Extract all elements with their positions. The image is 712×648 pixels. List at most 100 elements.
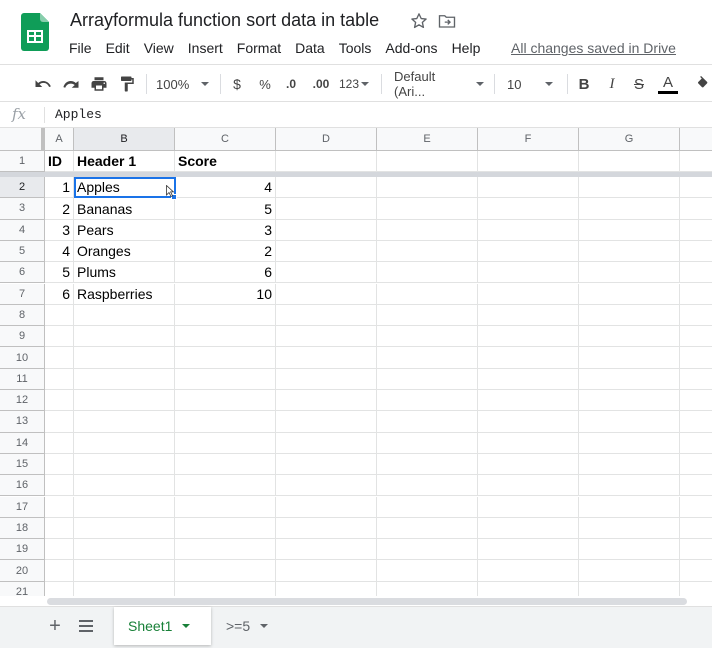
- cell[interactable]: [175, 347, 276, 369]
- cell[interactable]: [579, 539, 680, 561]
- cell[interactable]: [377, 151, 478, 172]
- cell[interactable]: [478, 198, 579, 220]
- cell[interactable]: [478, 151, 579, 172]
- cell[interactable]: [175, 539, 276, 561]
- cell[interactable]: [276, 539, 377, 561]
- cell[interactable]: [276, 283, 377, 305]
- cell[interactable]: [276, 496, 377, 518]
- cell[interactable]: [45, 453, 74, 476]
- text-color-button[interactable]: A: [658, 73, 678, 95]
- column-header-g[interactable]: G: [579, 128, 680, 151]
- cell[interactable]: [276, 453, 377, 476]
- cell[interactable]: [45, 347, 74, 369]
- cell[interactable]: [680, 582, 712, 596]
- cell[interactable]: [579, 326, 680, 348]
- cell[interactable]: [377, 240, 478, 263]
- cell[interactable]: [579, 262, 680, 284]
- cell[interactable]: [45, 411, 74, 433]
- cell[interactable]: 3: [45, 219, 74, 241]
- cell[interactable]: 2: [45, 198, 74, 220]
- cell[interactable]: [680, 177, 712, 199]
- cell[interactable]: [45, 475, 74, 497]
- cell[interactable]: [377, 390, 478, 412]
- cell[interactable]: [74, 581, 175, 596]
- cell[interactable]: [680, 305, 712, 327]
- cell[interactable]: [377, 539, 478, 561]
- cell[interactable]: [45, 539, 74, 561]
- cell[interactable]: Plums: [74, 262, 175, 284]
- cell[interactable]: [478, 283, 579, 305]
- cell[interactable]: [276, 347, 377, 369]
- menu-insert[interactable]: Insert: [181, 40, 230, 58]
- cell[interactable]: [579, 151, 680, 172]
- row-header-16[interactable]: 16: [0, 475, 45, 497]
- row-header-3[interactable]: 3: [0, 198, 45, 220]
- cell[interactable]: [680, 497, 712, 518]
- cell[interactable]: [45, 368, 74, 390]
- menu-edit[interactable]: Edit: [99, 40, 137, 58]
- cell[interactable]: [45, 496, 74, 518]
- row-header-11[interactable]: 11: [0, 368, 45, 390]
- cell[interactable]: [74, 326, 175, 348]
- more-formats-button[interactable]: 123: [338, 73, 370, 95]
- cell[interactable]: [175, 560, 276, 582]
- cell[interactable]: [478, 411, 579, 433]
- frozen-row-divider[interactable]: [0, 172, 712, 177]
- cell[interactable]: [276, 219, 377, 241]
- cell[interactable]: [478, 475, 579, 497]
- redo-button[interactable]: [60, 73, 82, 95]
- cell[interactable]: [680, 454, 712, 476]
- row-header-21[interactable]: 21: [0, 581, 45, 596]
- cell[interactable]: 3: [175, 219, 276, 241]
- cell[interactable]: [579, 560, 680, 582]
- document-title[interactable]: Arrayformula function sort data in table: [70, 10, 379, 31]
- cell[interactable]: [377, 475, 478, 497]
- cell[interactable]: [478, 262, 579, 284]
- cell[interactable]: [74, 560, 175, 582]
- cell[interactable]: [579, 517, 680, 540]
- add-sheet-button[interactable]: +: [44, 615, 66, 637]
- cell[interactable]: [579, 581, 680, 596]
- cell[interactable]: [579, 432, 680, 454]
- cell[interactable]: [175, 453, 276, 476]
- cell[interactable]: [276, 411, 377, 433]
- move-to-folder-icon[interactable]: [438, 13, 456, 29]
- cell[interactable]: [276, 581, 377, 596]
- cell[interactable]: [276, 151, 377, 172]
- font-size-select[interactable]: 10: [507, 73, 559, 95]
- cell[interactable]: [478, 539, 579, 561]
- cell[interactable]: [74, 347, 175, 369]
- cell[interactable]: [377, 198, 478, 220]
- cell[interactable]: [680, 220, 712, 241]
- cell[interactable]: [579, 198, 680, 220]
- header-cell[interactable]: Score: [175, 151, 276, 172]
- row-header-17[interactable]: 17: [0, 496, 45, 518]
- cell[interactable]: [478, 240, 579, 263]
- cell[interactable]: [377, 283, 478, 305]
- cell[interactable]: [276, 240, 377, 263]
- cell[interactable]: 4: [175, 177, 276, 199]
- cell[interactable]: [45, 432, 74, 454]
- cell[interactable]: [74, 496, 175, 518]
- cell[interactable]: [175, 432, 276, 454]
- cell[interactable]: [680, 390, 712, 412]
- cell[interactable]: [680, 151, 712, 172]
- row-header-13[interactable]: 13: [0, 411, 45, 433]
- cell[interactable]: [276, 390, 377, 412]
- header-cell[interactable]: ID: [45, 151, 74, 172]
- cell[interactable]: [377, 496, 478, 518]
- cell[interactable]: [276, 432, 377, 454]
- cell[interactable]: [377, 517, 478, 540]
- cell[interactable]: [377, 347, 478, 369]
- cell[interactable]: [175, 326, 276, 348]
- row-header-5[interactable]: 5: [0, 240, 45, 263]
- row-header-4[interactable]: 4: [0, 219, 45, 241]
- cell[interactable]: [478, 453, 579, 476]
- cell[interactable]: [377, 581, 478, 596]
- cell[interactable]: [579, 177, 680, 199]
- menu-tools[interactable]: Tools: [332, 40, 379, 58]
- menu-data[interactable]: Data: [288, 40, 332, 58]
- cell[interactable]: [680, 433, 712, 454]
- menu-view[interactable]: View: [137, 40, 181, 58]
- menu-help[interactable]: Help: [445, 40, 488, 58]
